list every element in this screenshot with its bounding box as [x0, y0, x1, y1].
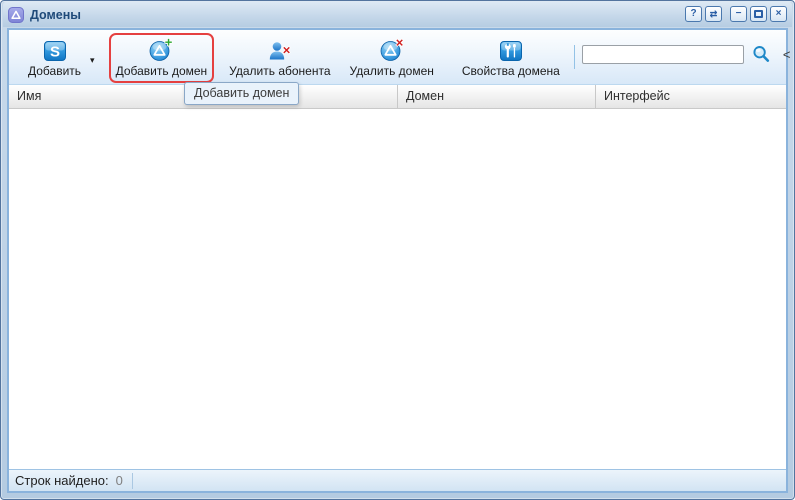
delete-domain-button-label: Удалить домен: [349, 64, 434, 78]
table-header: Имя Домен Интерфейс: [9, 85, 786, 109]
window-title: Домены: [30, 7, 81, 22]
table-body[interactable]: [9, 109, 786, 469]
domain-properties-button-label: Свойства домена: [461, 64, 560, 78]
domain-properties-icon: [499, 37, 523, 64]
add-domain-button-label: Добавить домен: [115, 64, 208, 78]
window-controls: ? ⇄ − ×: [685, 6, 787, 22]
svg-text:+: +: [165, 38, 173, 50]
content-frame: S Добавить ▾ + Добавить домен × Удалить …: [7, 28, 790, 493]
search-area: < >: [567, 33, 794, 69]
rows-found-value: 0: [115, 473, 123, 488]
rows-found-label: Строк найдено:: [15, 473, 109, 488]
search-button[interactable]: [751, 44, 772, 65]
minimize-button[interactable]: −: [730, 6, 747, 22]
delete-subscriber-button[interactable]: × Удалить абонента: [222, 33, 337, 83]
subscriber-add-icon: S: [43, 37, 67, 64]
toolbar-separator: [573, 45, 575, 69]
column-header-domain[interactable]: Домен: [397, 85, 595, 108]
title-bar: Домены ? ⇄ − ×: [3, 2, 792, 27]
add-button-label: Добавить: [28, 64, 82, 78]
help-button[interactable]: ?: [685, 6, 702, 22]
subscriber-delete-icon: ×: [267, 37, 293, 64]
tooltip: Добавить домен: [184, 82, 300, 105]
svg-text:×: ×: [395, 38, 403, 50]
svg-text:S: S: [50, 43, 60, 60]
status-bar: Строк найдено: 0: [9, 469, 786, 491]
domain-properties-button[interactable]: Свойства домена: [455, 33, 567, 83]
add-button[interactable]: S Добавить: [21, 33, 88, 83]
add-domain-button[interactable]: + Добавить домен: [108, 33, 215, 83]
domain-add-icon: +: [148, 37, 174, 64]
domains-window: Домены ? ⇄ − × S Добавить ▾ + Добавить д…: [0, 0, 795, 500]
domain-delete-icon: ×: [379, 37, 405, 64]
status-separator: [131, 472, 133, 489]
close-button[interactable]: ×: [770, 6, 787, 22]
maximize-button[interactable]: [750, 6, 767, 22]
delete-domain-button[interactable]: × Удалить домен: [343, 33, 441, 83]
maximize-icon: [754, 10, 763, 18]
refresh-button[interactable]: ⇄: [705, 6, 722, 22]
svg-text:×: ×: [283, 43, 291, 58]
add-dropdown-arrow-icon[interactable]: ▾: [90, 55, 95, 66]
prev-page-button[interactable]: <: [776, 48, 794, 61]
domain-app-icon: [8, 6, 24, 23]
delete-subscriber-button-label: Удалить абонента: [229, 64, 331, 78]
search-input[interactable]: [581, 45, 744, 64]
column-header-interface[interactable]: Интерфейс: [595, 85, 786, 108]
toolbar: S Добавить ▾ + Добавить домен × Удалить …: [9, 30, 790, 85]
search-icon: [751, 44, 772, 65]
